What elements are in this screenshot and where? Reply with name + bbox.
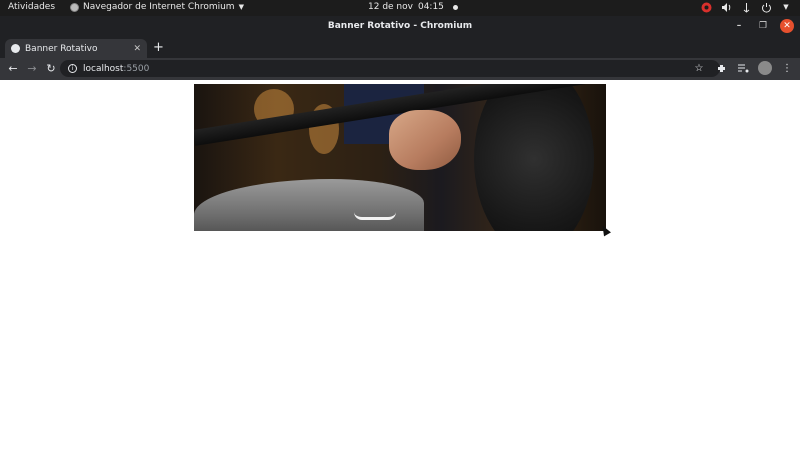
window-controls: – ❐ ✕: [732, 19, 794, 33]
close-icon[interactable]: ✕: [780, 19, 794, 33]
address-bar[interactable]: i localhost:5500: [60, 60, 720, 77]
power-icon[interactable]: [760, 1, 772, 13]
system-menu-caret-icon[interactable]: ▼: [780, 1, 792, 13]
volume-icon[interactable]: [720, 1, 732, 13]
url-host: localhost: [83, 63, 124, 74]
site-info-icon[interactable]: i: [68, 64, 77, 73]
menu-kebab-icon[interactable]: ⋮: [780, 61, 794, 75]
minimize-icon[interactable]: –: [732, 19, 746, 33]
screen-record-icon[interactable]: [700, 1, 712, 13]
notification-dot-icon: [452, 4, 458, 10]
extensions-icon[interactable]: [714, 61, 728, 75]
system-status-area[interactable]: ▼: [700, 1, 792, 13]
reload-icon[interactable]: ↻: [44, 61, 58, 75]
app-menu[interactable]: Navegador de Internet Chromium ▼: [70, 2, 244, 12]
window-title: Banner Rotativo - Chromium: [327, 21, 473, 31]
clock[interactable]: 12 de nov 04:15: [368, 2, 458, 12]
globe-favicon-icon: [11, 44, 20, 53]
tab-banner-rotativo[interactable]: Banner Rotativo ✕: [5, 39, 147, 58]
url-port: :5500: [123, 63, 150, 74]
tab-close-icon[interactable]: ✕: [133, 44, 141, 54]
chrome-app-icon: [70, 2, 79, 12]
back-icon[interactable]: ←: [6, 61, 20, 75]
profile-avatar[interactable]: [758, 61, 772, 75]
activities-button[interactable]: Atividades: [8, 2, 55, 12]
media-control-icon[interactable]: [736, 61, 750, 75]
maximize-icon[interactable]: ❐: [756, 19, 770, 33]
forward-icon[interactable]: →: [25, 61, 39, 75]
new-tab-plus-icon[interactable]: +: [153, 40, 164, 55]
app-menu-label: Navegador de Internet Chromium: [83, 2, 235, 12]
browser-toolbar: ← → ↻ i localhost:5500 ☆ ⋮: [0, 58, 800, 80]
tab-strip: Banner Rotativo ✕ +: [0, 37, 800, 58]
page-viewport: [0, 80, 800, 451]
tab-label: Banner Rotativo: [25, 43, 98, 54]
network-icon[interactable]: [740, 1, 752, 13]
rotating-banner-image: [194, 84, 606, 231]
clock-time: 04:15: [417, 2, 444, 12]
system-top-bar: Atividades Navegador de Internet Chromiu…: [0, 0, 800, 16]
bookmark-star-icon[interactable]: ☆: [692, 61, 706, 75]
window-title-bar[interactable]: Banner Rotativo - Chromium – ❐ ✕: [0, 16, 800, 37]
caret-down-icon: ▼: [238, 3, 244, 11]
clock-date: 12 de nov: [368, 2, 413, 12]
toolbar-actions: ☆ ⋮: [692, 61, 794, 75]
